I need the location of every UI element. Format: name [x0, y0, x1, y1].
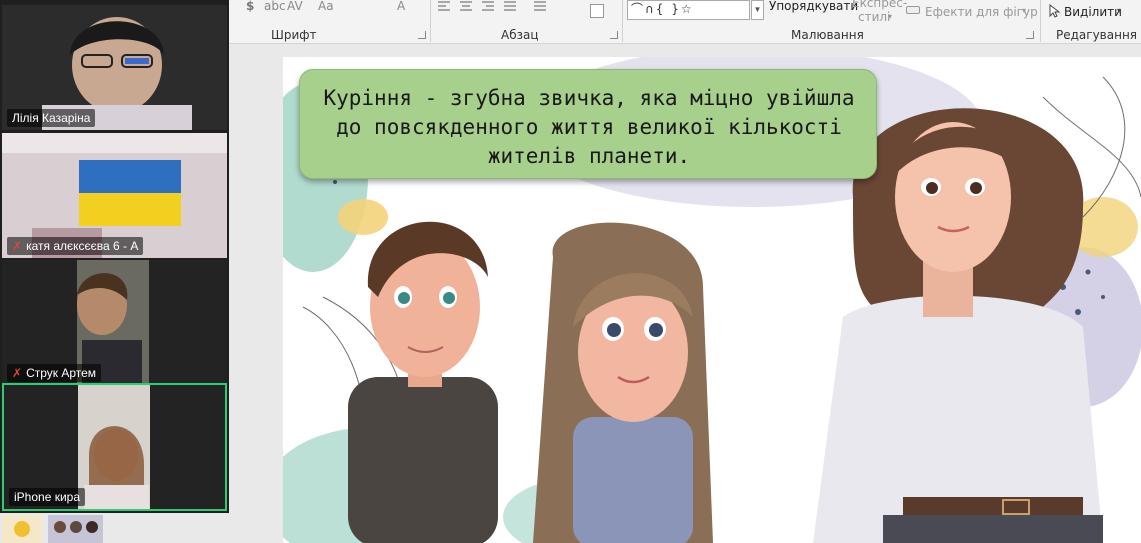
slide-thumbnail-previews	[2, 515, 103, 543]
participant-name: Лілія Казаріна	[12, 111, 91, 125]
participant-name-label: ✗ катя алєксєєва 6 - А	[7, 237, 144, 255]
participant-name: катя алєксєєва 6 - А	[26, 239, 139, 253]
slide-thumbnail-pane[interactable]	[230, 44, 282, 543]
participant-tile[interactable]: ✗ катя алєксєєва 6 - А	[2, 133, 227, 258]
font-dialog-launcher[interactable]	[418, 31, 426, 39]
ribbon-separator	[1040, 0, 1041, 42]
slide-title-text: Куріння - згубна звичка, яка міцно увійш…	[310, 84, 868, 171]
ribbon-separator	[430, 0, 431, 42]
participant-name: iPhone кира	[14, 490, 80, 504]
chevron-down-icon: ▾	[1022, 6, 1027, 15]
slide-title-line-1: Куріння - згубна звичка, яка міцно увійш…	[323, 86, 855, 110]
girl-figure	[533, 222, 713, 543]
eraser-icon	[906, 6, 920, 14]
text-box-icon[interactable]	[590, 4, 604, 18]
participant-name: Струк Артем	[26, 366, 97, 380]
strikethrough-button[interactable]: $	[246, 0, 254, 12]
boy-figure	[348, 221, 498, 543]
participant-tile[interactable]: Лілія Казаріна	[2, 5, 227, 130]
slide-title-line-2: до повсякденного життя великої кількості	[336, 115, 842, 139]
participant-name-label: iPhone кира	[9, 488, 85, 506]
group-font-label: Шрифт	[271, 28, 317, 42]
font-color-button[interactable]: A	[397, 0, 405, 12]
slide-title-banner[interactable]: Куріння - згубна звичка, яка міцно увійш…	[299, 69, 877, 179]
video-gallery: Лілія Казаріна ✗ катя алєксєєва 6 - А ✗ …	[0, 0, 229, 513]
slide-thumbnail-strip[interactable]	[0, 513, 145, 543]
character-spacing-button[interactable]: AV	[287, 0, 303, 12]
group-drawing-label: Малювання	[791, 28, 864, 42]
mic-off-icon: ✗	[12, 366, 23, 380]
quick-styles-label-2[interactable]: стилі	[858, 11, 890, 23]
shapes-gallery-more-button[interactable]: ▼	[751, 0, 764, 20]
quick-styles-label[interactable]: Експрес-	[852, 0, 907, 9]
chevron-down-icon: ▾	[888, 12, 893, 21]
shapes-gallery[interactable]: ⌒∩{ }☆	[627, 0, 750, 20]
change-case-button[interactable]: Aa	[318, 0, 334, 12]
cursor-icon	[1049, 4, 1061, 18]
group-paragraph-label: Абзац	[501, 28, 539, 42]
arrange-button[interactable]: Упорядкувати	[769, 0, 858, 12]
participant-name-label: ✗ Струк Артем	[7, 364, 102, 382]
paragraph-align-icons[interactable]	[438, 0, 548, 12]
chevron-down-icon: ▾	[1117, 6, 1122, 15]
participant-tile-active[interactable]: iPhone кира	[2, 383, 227, 511]
text-shadow-button[interactable]: abc	[264, 0, 286, 12]
ribbon-separator	[622, 0, 623, 42]
shape-effects-button[interactable]: Ефекти для фігур	[925, 6, 1038, 18]
drawing-dialog-launcher[interactable]	[1026, 31, 1034, 39]
participant-name-label: Лілія Казаріна	[7, 109, 96, 127]
select-button[interactable]: Виділити	[1064, 6, 1122, 18]
mic-off-icon: ✗	[12, 239, 23, 253]
participant-tile[interactable]: ✗ Струк Артем	[2, 260, 227, 385]
slide-title-line-3: жителів планети.	[487, 144, 691, 168]
presentation-slide[interactable]: Куріння - згубна звичка, яка міцно увійш…	[283, 57, 1141, 543]
paragraph-dialog-launcher[interactable]	[610, 31, 618, 39]
group-editing-label: Редагування	[1056, 28, 1138, 42]
